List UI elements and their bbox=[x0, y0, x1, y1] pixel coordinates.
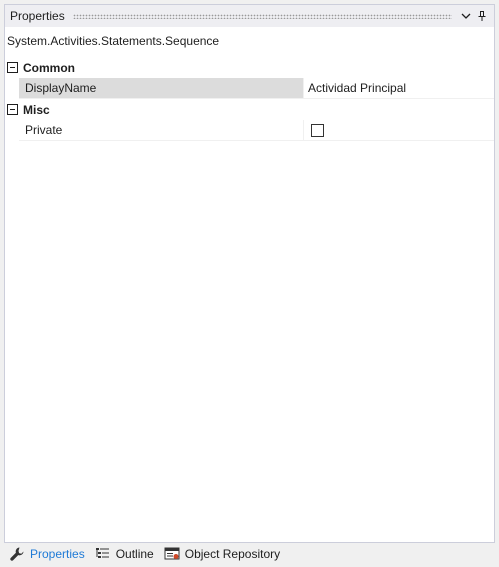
private-value-cell bbox=[303, 120, 494, 140]
object-repository-icon bbox=[164, 546, 180, 562]
bottom-tab-strip: Properties Outline Object Repository bbox=[4, 543, 285, 565]
category-label: Common bbox=[23, 60, 75, 75]
property-name[interactable]: DisplayName bbox=[19, 78, 303, 98]
category-label: Misc bbox=[23, 102, 50, 117]
property-row-displayname[interactable]: DisplayName Actividad Principal bbox=[19, 78, 494, 99]
private-checkbox[interactable] bbox=[311, 123, 324, 137]
drag-grip[interactable] bbox=[72, 13, 452, 19]
collapse-icon[interactable] bbox=[7, 62, 18, 73]
pin-icon[interactable] bbox=[474, 8, 490, 24]
displayname-value-field[interactable]: Actividad Principal bbox=[303, 78, 494, 98]
tab-properties[interactable]: Properties bbox=[4, 543, 90, 565]
property-row-private[interactable]: Private bbox=[19, 120, 494, 141]
category-common[interactable]: Common bbox=[5, 57, 494, 78]
tab-object-repository[interactable]: Object Repository bbox=[159, 543, 285, 565]
properties-panel: Properties System.Activities.Statements.… bbox=[4, 4, 495, 543]
panel-title: Properties bbox=[10, 9, 65, 23]
tab-label: Outline bbox=[115, 547, 154, 561]
panel-titlebar: Properties bbox=[5, 5, 494, 27]
property-grid: Common DisplayName Actividad Principal M… bbox=[5, 57, 494, 141]
outline-list-icon bbox=[95, 546, 111, 562]
tab-label: Object Repository bbox=[184, 547, 281, 561]
category-misc[interactable]: Misc bbox=[5, 99, 494, 120]
property-name[interactable]: Private bbox=[19, 120, 303, 140]
dropdown-chevron-icon[interactable] bbox=[458, 8, 474, 24]
collapse-icon[interactable] bbox=[7, 104, 18, 115]
selected-type-name: System.Activities.Statements.Sequence bbox=[7, 34, 220, 48]
tab-outline[interactable]: Outline bbox=[90, 543, 159, 565]
wrench-icon bbox=[9, 546, 25, 562]
tab-label: Properties bbox=[30, 547, 85, 561]
